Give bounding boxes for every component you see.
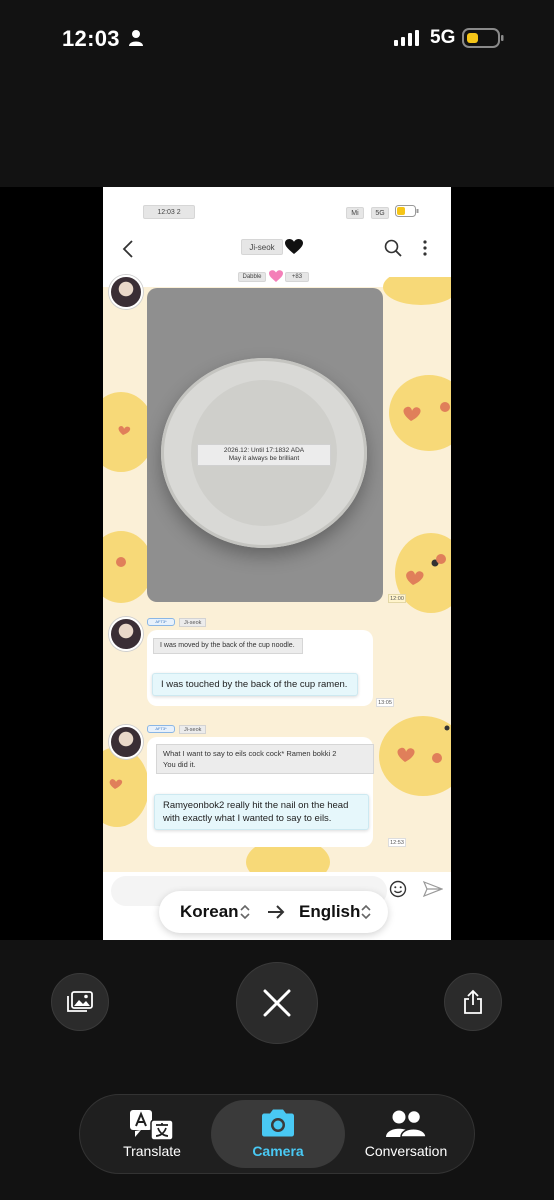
chat-area: 2026.12: Until 17:1832 ADA May it always… [103, 275, 451, 872]
inner-status-bar: 12:03 2 Mi 5G [103, 187, 451, 233]
translated-text: Ramyeonbok2 really hit the nail on the h… [154, 794, 369, 830]
emoji-icon [389, 880, 407, 898]
camera-icon [262, 1109, 294, 1137]
swap-arrow-icon[interactable] [267, 904, 285, 920]
chat-subtitle-right: +83 [285, 272, 309, 282]
battery-icon [462, 28, 504, 48]
share-button[interactable] [444, 973, 502, 1031]
tab-translate[interactable]: Translate [86, 1095, 218, 1173]
share-icon [464, 989, 482, 1014]
send-icon [423, 881, 443, 897]
original-text-line1: What I want to say to eils cock cock* Ra… [163, 749, 337, 758]
photo-message[interactable]: 2026.12: Until 17:1832 ADA May it always… [147, 288, 383, 602]
message-bubble[interactable]: What I want to say to eils cock cock* Ra… [147, 737, 374, 847]
sender-tag: AFT3* [147, 618, 175, 626]
translated-text-line2: with exactly what I wanted to say to eil… [163, 813, 332, 824]
tab-camera[interactable]: Camera [211, 1100, 345, 1168]
translated-text-line1: Ramyeonbok2 really hit the nail on the h… [163, 800, 349, 811]
person-icon [129, 30, 143, 46]
message-time: 13:05 [376, 698, 394, 707]
inner-carrier: Mi [346, 207, 364, 219]
chat-subtitle-left: Dabble [238, 272, 266, 282]
inner-time: 12:03 2 [143, 205, 195, 219]
sender-row: AFT3* Ji-seok [147, 725, 207, 735]
duck-wallpaper-icon [389, 375, 451, 451]
avatar[interactable] [109, 725, 143, 759]
chat-title: Ji-seok [241, 239, 283, 255]
photo-overlay-label: 2026.12: Until 17:1832 ADA May it always… [197, 444, 331, 466]
conversation-icon [386, 1109, 427, 1138]
signal-icon [394, 30, 419, 46]
mode-switcher: Translate Camera Conversation [79, 1094, 475, 1174]
close-icon [263, 989, 291, 1017]
camera-preview: 12:03 2 Mi 5G Ji-seok Dabble +83 2026.12… [0, 187, 554, 940]
tab-conversation-label: Conversation [364, 1143, 448, 1159]
avatar[interactable] [109, 617, 143, 651]
target-language-chevron-icon[interactable] [360, 904, 372, 920]
chat-search-icon [384, 239, 402, 257]
gallery-icon [67, 991, 93, 1012]
gallery-button[interactable] [51, 973, 109, 1031]
duck-wallpaper-icon [383, 277, 451, 305]
message-bubble[interactable]: I was moved by the back of the cup noodl… [147, 630, 373, 706]
duck-wallpaper-icon [103, 392, 153, 472]
status-bar: 12:03 5G [0, 0, 554, 80]
sender-name: Ji-seok [179, 618, 207, 627]
message-time: 12:53 [388, 838, 406, 847]
status-time: 12:03 [62, 26, 120, 51]
translate-icon [130, 1110, 174, 1141]
sender-tag: AFT3* [147, 725, 175, 733]
captured-screen: 12:03 2 Mi 5G Ji-seok Dabble +83 2026.12… [103, 187, 451, 940]
tab-translate-label: Translate [123, 1143, 181, 1159]
tab-conversation[interactable]: Conversation [342, 1095, 470, 1173]
pink-heart-icon [269, 270, 283, 282]
source-language-chevron-icon[interactable] [239, 904, 251, 920]
target-language-button[interactable]: English [299, 902, 360, 922]
duck-wallpaper-icon [395, 533, 451, 613]
original-text-line2: You did it. [163, 760, 196, 769]
tab-camera-label: Camera [252, 1143, 304, 1159]
network-type: 5G [430, 27, 456, 48]
back-icon [122, 240, 133, 258]
black-heart-icon [285, 239, 303, 254]
message-time: 12:00 [388, 594, 406, 603]
inner-battery-icon [395, 205, 419, 217]
duck-wallpaper-icon [103, 747, 149, 827]
chat-more-icon [423, 240, 427, 256]
avatar[interactable] [109, 275, 143, 309]
translated-text: I was touched by the back of the cup ram… [152, 673, 358, 696]
language-selector: Korean English [159, 891, 388, 933]
photo-label-line2: May it always be brilliant [228, 455, 300, 462]
duck-wallpaper-icon [103, 531, 153, 603]
photo-label-line1: 2026.12: Until 17:1832 ADA [223, 447, 305, 454]
close-button[interactable] [236, 962, 318, 1044]
inner-network: 5G [371, 207, 389, 219]
duck-wallpaper-icon [379, 716, 451, 796]
sender-row: AFT3* Ji-seok [147, 618, 207, 628]
source-language-button[interactable]: Korean [180, 902, 239, 922]
camera-controls: Translate Camera Conversation [0, 940, 554, 1200]
top-band [0, 80, 554, 187]
original-text: I was moved by the back of the cup noodl… [153, 638, 303, 654]
original-text: What I want to say to eils cock cock* Ra… [156, 744, 374, 774]
sender-name: Ji-seok [179, 725, 207, 734]
